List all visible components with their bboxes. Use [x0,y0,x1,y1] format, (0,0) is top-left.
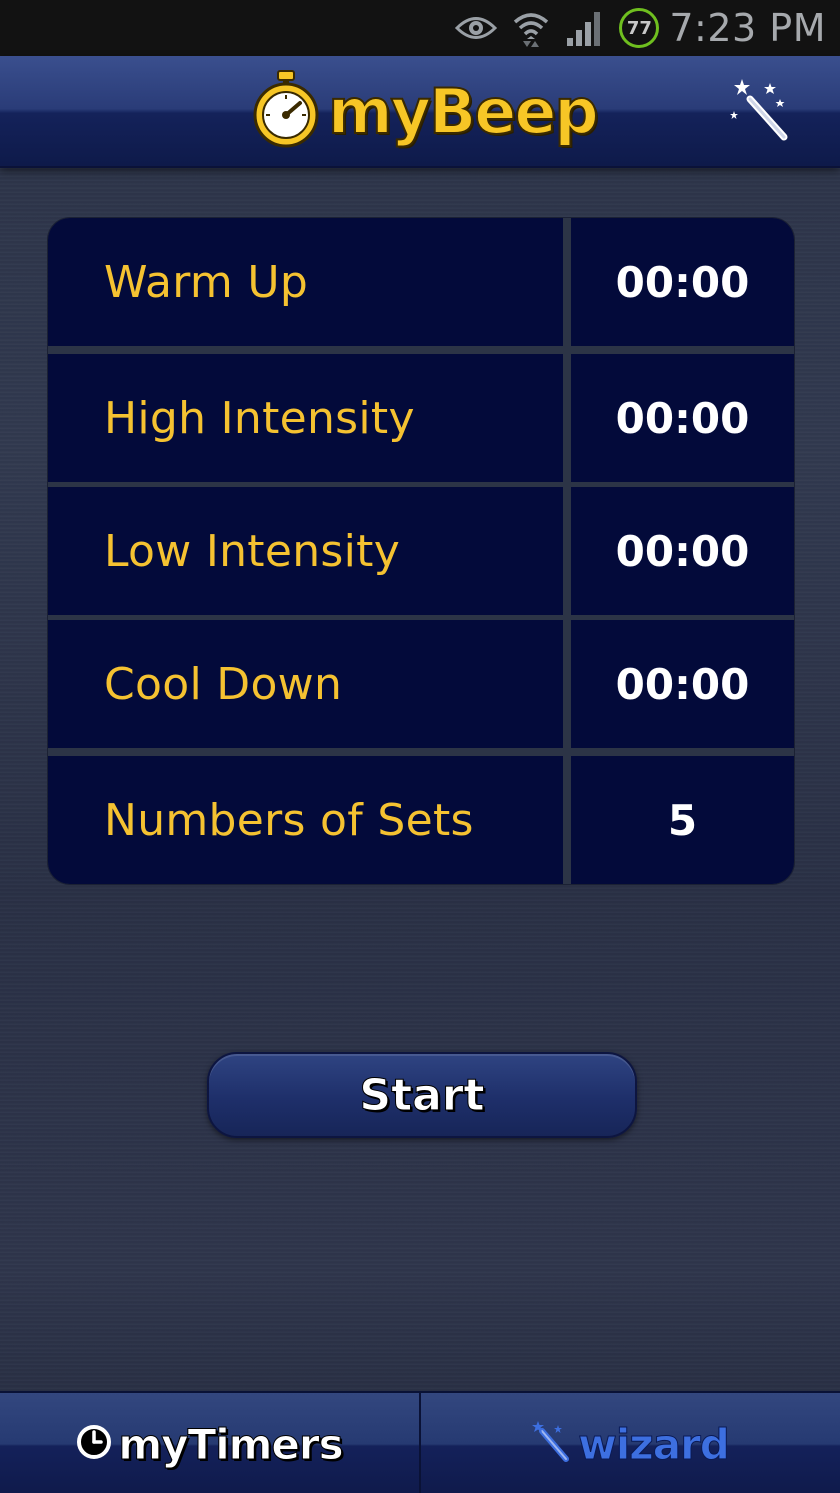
eye-icon [455,13,498,43]
row-warm-up[interactable]: Warm Up 00:00 [48,218,794,346]
high-intensity-label: High Intensity [48,354,563,482]
magic-wand-icon [532,1421,572,1467]
tab-wizard[interactable]: wizard [419,1393,840,1493]
start-button[interactable]: Start [207,1052,637,1138]
battery-level: 77 [619,8,660,48]
high-intensity-value[interactable]: 00:00 [571,354,794,482]
app-header: myBeep [0,56,840,168]
magic-wand-button[interactable] [728,76,794,148]
clock-icon [76,1424,112,1464]
low-intensity-label: Low Intensity [48,487,563,615]
status-bar: 77 7:23 PM [0,0,840,56]
tab-wizard-label: wizard [578,1419,731,1469]
interval-settings-table: Warm Up 00:00 High Intensity 00:00 Low I… [48,218,794,884]
signal-icon [565,8,605,48]
status-clock: 7:23 PM [669,6,826,50]
stopwatch-icon [250,69,322,153]
low-intensity-value[interactable]: 00:00 [571,487,794,615]
row-high-intensity[interactable]: High Intensity 00:00 [48,354,794,482]
bottom-tab-bar: myTimers wizard [0,1391,840,1493]
tab-mytimers-label: myTimers [118,1419,344,1469]
tab-mytimers[interactable]: myTimers [0,1393,419,1493]
number-of-sets-label: Numbers of Sets [48,756,563,884]
row-cool-down[interactable]: Cool Down 00:00 [48,620,794,748]
magic-wand-icon [730,77,792,147]
cool-down-label: Cool Down [48,620,563,748]
logo-text: myBeep [327,74,600,149]
row-low-intensity[interactable]: Low Intensity 00:00 [48,487,794,615]
number-of-sets-value[interactable]: 5 [571,756,794,884]
battery-icon: 77 [619,8,660,48]
warm-up-value[interactable]: 00:00 [571,218,794,346]
warm-up-label: Warm Up [48,218,563,346]
cool-down-value[interactable]: 00:00 [571,620,794,748]
row-number-of-sets[interactable]: Numbers of Sets 5 [48,756,794,884]
app-logo: myBeep [250,69,600,153]
wifi-icon [511,8,551,48]
